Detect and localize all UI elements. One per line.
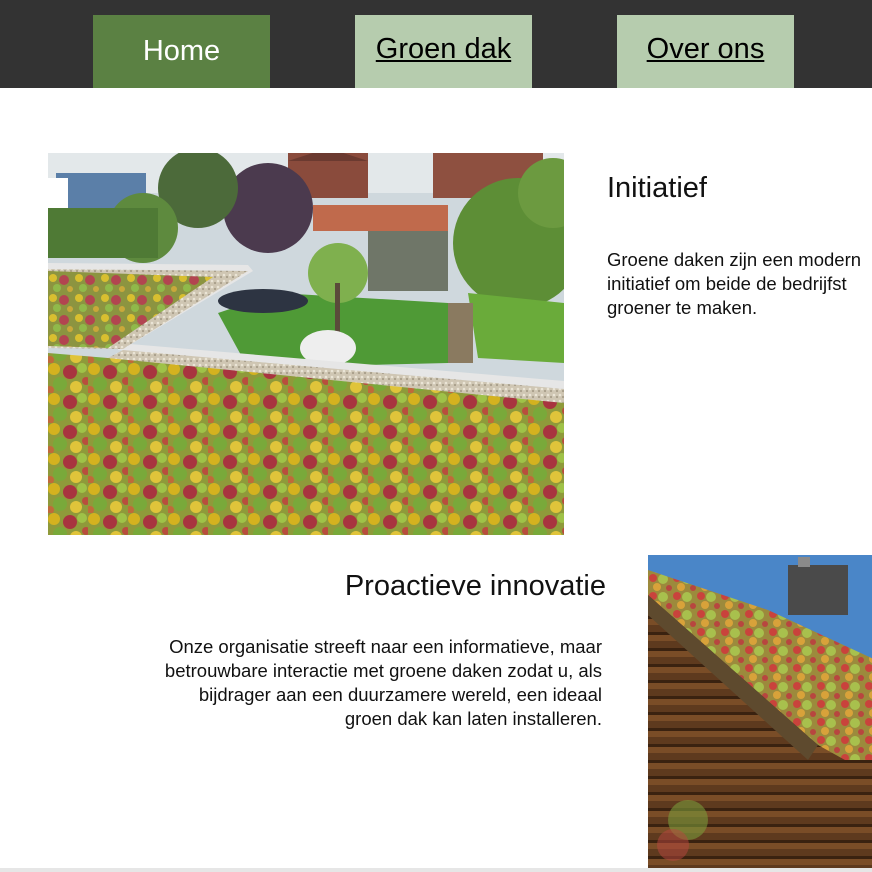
cabin-roof-image [648, 555, 872, 872]
proactieve-innovatie-text: Onze organisatie streeft naar een inform… [102, 635, 602, 731]
proactief-line-2: betrouwbare interactie met groene daken … [164, 660, 602, 681]
nav-groen-dak-link[interactable]: Groen dak [355, 15, 532, 88]
nav-home-button[interactable]: Home [93, 15, 270, 88]
proactieve-innovatie-heading: Proactieve innovatie [344, 570, 606, 602]
green-roof-image [48, 153, 564, 535]
nav-over-ons-link[interactable]: Over ons [617, 15, 794, 88]
page-bottom-border [0, 868, 872, 872]
initiatief-heading: Initiatief [607, 172, 707, 204]
proactief-line-3: bijdrager aan een duurzamere wereld, een… [198, 684, 602, 705]
page: Home Groen dak Over ons Initiatief Groen… [0, 0, 872, 872]
initiatief-text: Groene daken zijn een modern initiatief … [607, 248, 872, 320]
proactief-line-4: groen dak kan laten installeren. [344, 708, 602, 729]
initiatief-line-1: Groene daken zijn een modern [607, 249, 862, 270]
initiatief-line-2: initiatief om beide de bedrijfst [607, 273, 847, 294]
proactief-line-1: Onze organisatie streeft naar een inform… [169, 636, 602, 657]
initiatief-line-3: groener te maken. [607, 297, 758, 318]
navbar: Home Groen dak Over ons [0, 0, 872, 88]
